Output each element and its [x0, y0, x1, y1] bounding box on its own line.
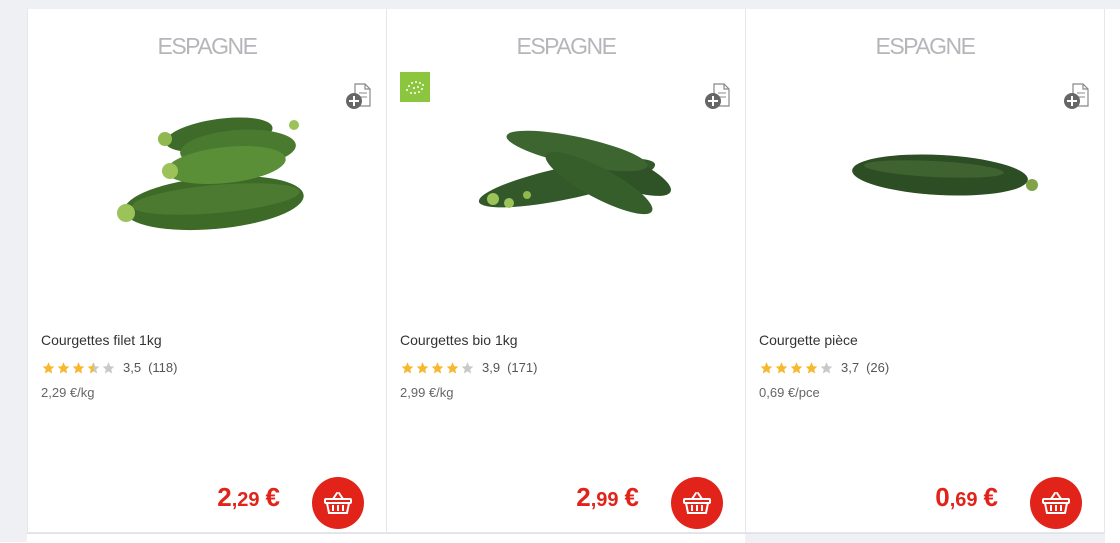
product-image[interactable] [806, 91, 1046, 251]
empty-star-icon [461, 361, 474, 374]
price-currency: € [983, 482, 998, 512]
add-to-list-icon[interactable] [703, 81, 733, 111]
origin-label: ESPAGNE [157, 33, 259, 59]
star-rating [759, 361, 834, 375]
star-rating [41, 361, 116, 375]
product-name[interactable]: Courgette pièce [759, 332, 858, 348]
star-icon [72, 361, 85, 374]
price-currency: € [265, 482, 280, 512]
star-icon [805, 361, 818, 374]
basket-icon [324, 492, 352, 514]
eu-organic-leaf-icon [400, 72, 430, 102]
star-rating [400, 361, 475, 375]
basket-icon [683, 492, 711, 514]
rating: 3,9 (171) [400, 360, 537, 375]
half-star-icon [87, 361, 100, 374]
origin-label: ESPAGNE [875, 33, 977, 59]
product-name[interactable]: Courgettes filet 1kg [41, 332, 162, 348]
rating: 3,5 (118) [41, 360, 177, 375]
empty-star-icon [820, 361, 833, 374]
price: 2,99 € [576, 482, 639, 513]
add-to-basket-button[interactable] [312, 477, 364, 529]
price-integer: 2 [576, 482, 591, 512]
rating: 3,7 (26) [759, 360, 889, 375]
price-integer: 0 [935, 482, 950, 512]
top-background-strip [0, 0, 1120, 9]
review-count[interactable]: (171) [507, 360, 537, 375]
price-currency: € [624, 482, 639, 512]
star-icon [775, 361, 788, 374]
review-count[interactable]: (118) [148, 360, 177, 375]
empty-star-icon [102, 361, 115, 374]
basket-icon [1042, 492, 1070, 514]
product-image[interactable] [88, 91, 328, 251]
review-count[interactable]: (26) [866, 360, 889, 375]
unit-price: 2,29 €/kg [41, 385, 95, 400]
product-name[interactable]: Courgettes bio 1kg [400, 332, 518, 348]
origin-label: ESPAGNE [516, 33, 618, 59]
add-to-list-icon[interactable] [344, 81, 374, 111]
price-decimal: ,29 [231, 489, 260, 511]
star-icon [790, 361, 803, 374]
product-grid: ESPAGNE Courgettes filet 1kg 3,5 (118) 2… [27, 9, 1120, 543]
star-icon [416, 361, 429, 374]
star-icon [760, 361, 773, 374]
star-icon [401, 361, 414, 374]
rating-score: 3,5 [123, 360, 142, 375]
star-icon [431, 361, 444, 374]
product-card[interactable]: ESPAGNE Courgette pièce 3,7 (26) 0,69 €/… [745, 9, 1105, 543]
price-decimal: ,99 [590, 489, 619, 511]
price: 2,29 € [217, 482, 280, 513]
rating-score: 3,9 [482, 360, 501, 375]
star-icon [57, 361, 70, 374]
star-icon [446, 361, 459, 374]
add-to-basket-button[interactable] [671, 477, 723, 529]
star-icon [42, 361, 55, 374]
price: 0,69 € [935, 482, 998, 513]
product-card[interactable]: ESPAGNE Courgettes bio 1kg 3,9 (171) 2,9… [386, 9, 746, 543]
left-background-strip [0, 0, 27, 542]
product-card[interactable]: ESPAGNE Courgettes filet 1kg 3,5 (118) 2… [27, 9, 387, 543]
unit-price: 2,99 €/kg [400, 385, 454, 400]
product-image[interactable] [447, 91, 687, 251]
price-decimal: ,69 [949, 489, 978, 511]
add-to-basket-button[interactable] [1030, 477, 1082, 529]
rating-score: 3,7 [841, 360, 860, 375]
add-to-list-icon[interactable] [1062, 81, 1092, 111]
price-integer: 2 [217, 482, 232, 512]
unit-price: 0,69 €/pce [759, 385, 820, 400]
